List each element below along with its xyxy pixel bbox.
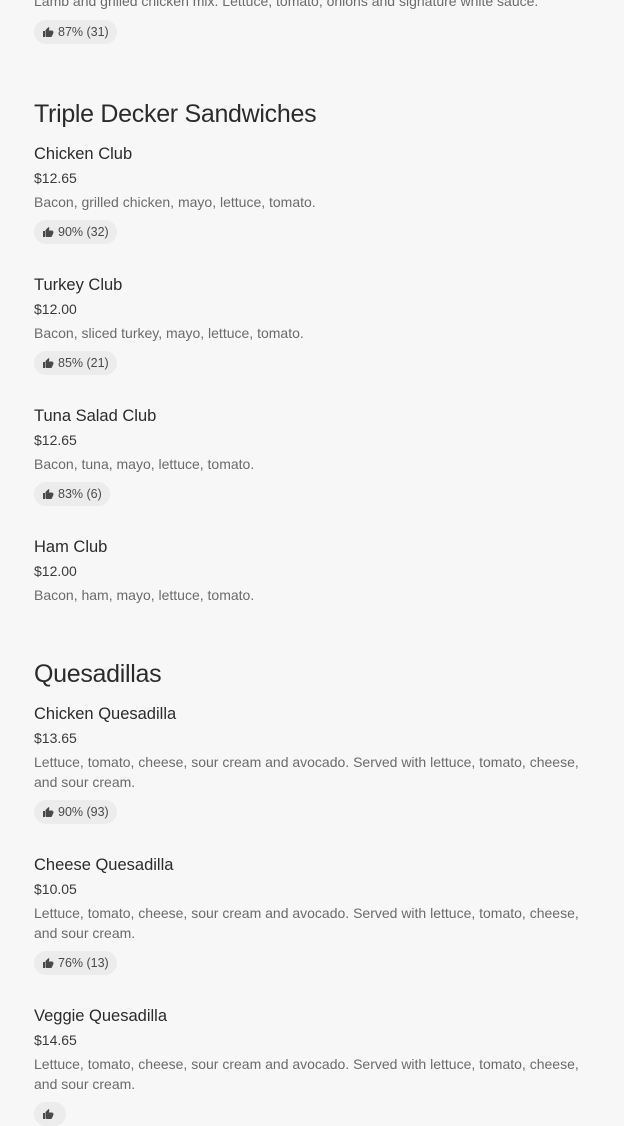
thumbs-up-icon: [42, 26, 54, 38]
section-title: Quesadillas: [34, 660, 162, 688]
rating-text: 85% (21): [58, 356, 109, 370]
rating-badge: 90% (32): [34, 220, 117, 244]
menu-item-turkey-club[interactable]: Turkey Club $12.00 Bacon, sliced turkey,…: [34, 274, 590, 375]
rating-badge: 85% (21): [34, 351, 117, 375]
item-price: $14.65: [34, 1032, 77, 1048]
item-description: Lettuce, tomato, cheese, sour cream and …: [34, 1056, 579, 1092]
menu-item-ham-club[interactable]: Ham Club $12.00 Bacon, ham, mayo, lettuc…: [34, 536, 590, 605]
rating-badge: 76% (13): [34, 951, 117, 975]
item-description: Bacon, grilled chicken, mayo, lettuce, t…: [34, 194, 316, 210]
item-name: Tuna Salad Club: [34, 407, 157, 425]
menu-item-chicken-quesadilla[interactable]: Chicken Quesadilla $13.65 Lettuce, tomat…: [34, 703, 590, 824]
item-name: Chicken Quesadilla: [34, 705, 177, 723]
item-price: $12.65: [34, 432, 77, 448]
thumbs-up-icon: [42, 226, 54, 238]
thumbs-up-icon: [42, 488, 54, 500]
thumbs-up-icon: [42, 957, 54, 969]
menu-section-triple-decker: Triple Decker Sandwiches Chicken Club $1…: [0, 97, 624, 605]
item-price: $10.05: [34, 881, 77, 897]
previous-menu-item[interactable]: Lamb and grilled chicken mix. Lettuce, t…: [0, 0, 624, 44]
item-price: $12.65: [34, 170, 77, 186]
item-name: Turkey Club: [34, 276, 123, 294]
item-description: Lettuce, tomato, cheese, sour cream and …: [34, 905, 579, 941]
rating-text: 90% (32): [58, 225, 109, 239]
item-description: Bacon, tuna, mayo, lettuce, tomato.: [34, 456, 255, 472]
section-title: Triple Decker Sandwiches: [34, 100, 317, 128]
menu-section-quesadillas: Quesadillas Chicken Quesadilla $13.65 Le…: [0, 657, 624, 1126]
rating-text: 87% (31): [58, 25, 109, 39]
rating-badge: 90% (93): [34, 800, 117, 824]
item-description: Bacon, sliced turkey, mayo, lettuce, tom…: [34, 325, 304, 341]
item-price: $12.00: [34, 301, 77, 317]
menu-item-tuna-salad-club[interactable]: Tuna Salad Club $12.65 Bacon, tuna, mayo…: [34, 405, 590, 506]
rating-text: 83% (6): [58, 487, 102, 501]
item-description: Bacon, ham, mayo, lettuce, tomato.: [34, 587, 255, 603]
thumbs-up-icon: [42, 1108, 54, 1120]
menu-page: Lamb and grilled chicken mix. Lettuce, t…: [0, 0, 624, 1126]
menu-item-cheese-quesadilla[interactable]: Cheese Quesadilla $10.05 Lettuce, tomato…: [34, 854, 590, 975]
menu-item-veggie-quesadilla[interactable]: Veggie Quesadilla $14.65 Lettuce, tomato…: [34, 1005, 590, 1126]
item-price: $13.65: [34, 730, 77, 746]
item-description: Lamb and grilled chicken mix. Lettuce, t…: [34, 0, 539, 9]
rating-badge: 83% (6): [34, 482, 110, 506]
menu-item-chicken-club[interactable]: Chicken Club $12.65 Bacon, grilled chick…: [34, 143, 590, 244]
item-name: Ham Club: [34, 538, 108, 556]
item-price: $12.00: [34, 563, 77, 579]
item-name: Cheese Quesadilla: [34, 856, 174, 874]
thumbs-up-icon: [42, 357, 54, 369]
rating-badge: [34, 1102, 66, 1126]
item-name: Chicken Club: [34, 145, 133, 163]
item-name: Veggie Quesadilla: [34, 1007, 168, 1025]
rating-text: 76% (13): [58, 956, 109, 970]
item-description: Lettuce, tomato, cheese, sour cream and …: [34, 754, 579, 790]
rating-badge: 87% (31): [34, 20, 117, 44]
thumbs-up-icon: [42, 806, 54, 818]
rating-text: 90% (93): [58, 805, 109, 819]
